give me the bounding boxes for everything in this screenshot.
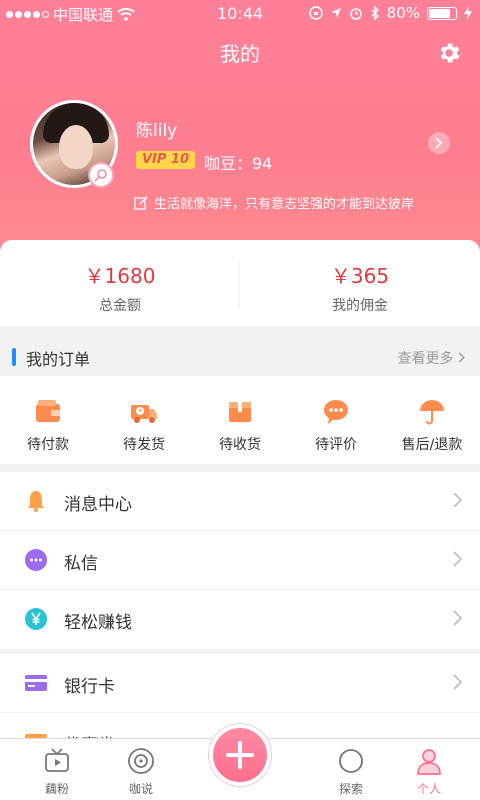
- commission-value: ￥365: [330, 264, 390, 288]
- total-amount-stat[interactable]: ￥1680 总金额: [0, 260, 240, 315]
- menu-group-primary: 消息中心 私信 轻松赚钱: [0, 472, 480, 649]
- explore-icon: [339, 749, 363, 773]
- section-accent-bar: [12, 348, 16, 366]
- message-icon: [25, 549, 47, 571]
- tab-kashuo[interactable]: 咖说: [106, 747, 176, 797]
- umbrella-icon: [420, 400, 444, 425]
- menu-item-messages-label: 消息中心: [64, 495, 132, 515]
- order-status-row: 待付款 待发货 待收货 待评价 售后/退款: [0, 376, 480, 464]
- vip-badge: VIP 10: [136, 151, 196, 169]
- order-pending-payment[interactable]: 待付款: [0, 376, 96, 464]
- chat-icon: [324, 400, 348, 424]
- menu-item-private-message-label: 私信: [64, 554, 98, 574]
- commission-stat[interactable]: ￥365 我的佣金: [240, 260, 480, 315]
- tab-oufen[interactable]: 藕粉: [22, 747, 92, 797]
- card-icon: [25, 675, 47, 691]
- tab-personal[interactable]: 个人: [394, 747, 464, 797]
- chevron-right-icon: [453, 492, 462, 508]
- chevron-right-icon: [458, 352, 465, 363]
- order-pending-review-label: 待评价: [315, 437, 357, 453]
- bluetooth-icon: [371, 6, 379, 20]
- order-pending-receive[interactable]: 待收货: [192, 376, 288, 464]
- profile-header: 中国联通 10:44 80% 我的 陈lily VIP 10 咖豆：94 生活就…: [0, 0, 480, 262]
- chevron-right-icon: [435, 137, 443, 149]
- tab-personal-label: 个人: [416, 782, 441, 796]
- charging-icon: [464, 6, 472, 20]
- menu-item-bank-card-label: 银行卡: [64, 677, 115, 697]
- order-after-sale[interactable]: 售后/退款: [384, 376, 480, 464]
- motto-row[interactable]: 生活就像海洋，只有意志坚强的才能到达彼岸: [134, 193, 414, 212]
- battery-percent: 80%: [386, 4, 420, 22]
- order-pending-payment-label: 待付款: [27, 437, 69, 453]
- gear-icon[interactable]: [436, 40, 462, 66]
- stats-card: ￥1680 总金额 ￥365 我的佣金: [0, 240, 480, 326]
- menu-item-earn-money[interactable]: 轻松赚钱: [0, 590, 480, 649]
- edit-icon: [134, 195, 148, 210]
- battery-icon: [427, 6, 457, 20]
- yen-icon: [25, 608, 47, 630]
- menu-item-bank-card[interactable]: 银行卡: [0, 654, 480, 713]
- tab-kashuo-label: 咖说: [128, 782, 153, 796]
- chevron-right-icon: [453, 674, 462, 690]
- zoom-badge-icon[interactable]: [88, 162, 114, 188]
- plus-icon: [226, 741, 254, 769]
- menu-item-messages[interactable]: 消息中心: [0, 472, 480, 531]
- profile-detail-button[interactable]: [428, 132, 450, 154]
- chevron-right-icon: [453, 551, 462, 567]
- orders-title: 我的订单: [26, 350, 91, 369]
- view-more-label: 查看更多: [397, 351, 454, 367]
- lock-rotation-icon: [308, 6, 323, 20]
- menu-item-private-message[interactable]: 私信: [0, 531, 480, 590]
- order-after-sale-label: 售后/退款: [401, 437, 463, 453]
- truck-icon: [131, 405, 157, 423]
- beans-count: 咖豆：94: [204, 154, 273, 173]
- orders-header: 我的订单 查看更多: [0, 336, 480, 376]
- motto-text: 生活就像海洋，只有意志坚强的才能到达彼岸: [154, 197, 415, 212]
- order-pending-ship-label: 待发货: [123, 437, 165, 453]
- status-bar: 中国联通 10:44 80%: [0, 0, 480, 26]
- tv-icon: [45, 748, 69, 772]
- page-title: 我的: [220, 42, 260, 66]
- tab-explore[interactable]: 探索: [316, 747, 386, 797]
- order-pending-ship[interactable]: 待发货: [96, 376, 192, 464]
- status-right: 80%: [308, 4, 472, 22]
- total-amount-label: 总金额: [99, 298, 141, 314]
- chevron-right-icon: [453, 610, 462, 626]
- username: 陈lily: [136, 121, 178, 141]
- commission-label: 我的佣金: [332, 298, 388, 314]
- tab-oufen-label: 藕粉: [44, 782, 69, 796]
- add-button[interactable]: [209, 724, 271, 786]
- person-icon: [417, 749, 441, 775]
- location-icon: [330, 8, 341, 18]
- view-more-link[interactable]: 查看更多: [398, 348, 466, 368]
- total-amount-value: ￥1680: [84, 264, 156, 288]
- bell-icon: [28, 491, 44, 512]
- disc-icon: [128, 748, 154, 774]
- menu-item-earn-money-label: 轻松赚钱: [64, 613, 132, 633]
- alarm-icon: [349, 8, 362, 20]
- box-icon: [229, 402, 251, 422]
- order-pending-receive-label: 待收货: [219, 437, 261, 453]
- tab-explore-label: 探索: [338, 782, 363, 796]
- wallet-icon: [36, 400, 60, 422]
- order-pending-review[interactable]: 待评价: [288, 376, 384, 464]
